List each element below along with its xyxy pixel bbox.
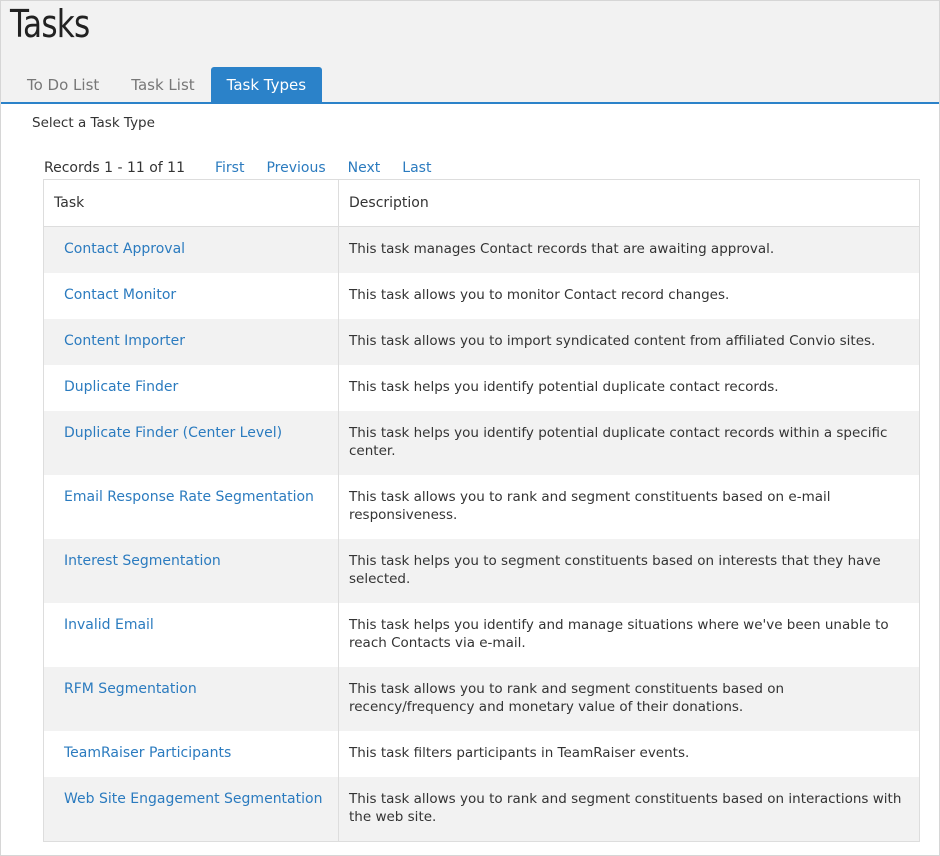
column-header-task: Task bbox=[43, 179, 339, 227]
description-cell: This task allows you to rank and segment… bbox=[338, 777, 920, 842]
description-cell: This task helps you identify and manage … bbox=[349, 617, 889, 651]
task-cell: Contact Monitor bbox=[43, 273, 339, 319]
next-page-link[interactable]: Next bbox=[348, 160, 381, 176]
description-cell: This task helps you to segment constitue… bbox=[338, 539, 920, 603]
tab-underline bbox=[1, 102, 939, 104]
description-cell: This task allows you to monitor Contact … bbox=[349, 287, 730, 303]
table-row: Contact Monitor This task allows you to … bbox=[43, 273, 920, 319]
task-types-table: Task Description Contact Approval This t… bbox=[43, 179, 920, 842]
table-row: Content Importer This task allows you to… bbox=[43, 319, 920, 365]
tab-task-list[interactable]: Task List bbox=[115, 67, 210, 102]
task-cell: Duplicate Finder (Center Level) bbox=[43, 411, 339, 475]
description-cell: This task filters participants in TeamRa… bbox=[349, 745, 690, 761]
task-link[interactable]: Content Importer bbox=[64, 333, 185, 349]
column-header-description: Description bbox=[338, 179, 920, 227]
task-cell: Duplicate Finder bbox=[43, 365, 339, 411]
tab-to-do-list[interactable]: To Do List bbox=[11, 67, 115, 102]
table-row: Interest Segmentation This task helps yo… bbox=[43, 539, 920, 603]
table-row: TeamRaiser Participants This task filter… bbox=[43, 731, 920, 777]
section-subtitle: Select a Task Type bbox=[32, 115, 155, 131]
page-header: Tasks To Do List Task List Task Types bbox=[1, 1, 939, 102]
table-row: Email Response Rate Segmentation This ta… bbox=[43, 475, 920, 539]
description-cell: This task manages Contact records that a… bbox=[338, 226, 920, 273]
task-link[interactable]: Email Response Rate Segmentation bbox=[64, 489, 314, 505]
description-cell: This task helps you identify potential d… bbox=[338, 411, 920, 475]
pager: Records 1 - 11 of 11 First Previous Next… bbox=[44, 160, 453, 176]
description-cell: This task allows you to rank and segment… bbox=[349, 489, 831, 523]
task-cell: Web Site Engagement Segmentation bbox=[43, 777, 339, 842]
first-page-link[interactable]: First bbox=[215, 160, 244, 176]
task-cell: Content Importer bbox=[43, 319, 339, 365]
table-row: Duplicate Finder (Center Level) This tas… bbox=[43, 411, 920, 475]
previous-page-link[interactable]: Previous bbox=[266, 160, 325, 176]
tasks-window: Tasks To Do List Task List Task Types Se… bbox=[0, 0, 940, 856]
table-row: Duplicate Finder This task helps you ide… bbox=[43, 365, 920, 411]
task-link[interactable]: Contact Monitor bbox=[64, 287, 176, 303]
page-title: Tasks bbox=[10, 2, 90, 46]
description-cell: This task helps you identify potential d… bbox=[349, 379, 779, 395]
task-cell: Invalid Email bbox=[43, 603, 339, 667]
task-link[interactable]: TeamRaiser Participants bbox=[64, 745, 231, 761]
table-header-row: Task Description bbox=[43, 179, 920, 227]
task-link[interactable]: Duplicate Finder bbox=[64, 379, 178, 395]
description-cell: This task allows you to rank and segment… bbox=[338, 667, 920, 731]
table-row: Invalid Email This task helps you identi… bbox=[43, 603, 920, 667]
table-row: RFM Segmentation This task allows you to… bbox=[43, 667, 920, 731]
task-cell: TeamRaiser Participants bbox=[43, 731, 339, 777]
task-link[interactable]: Invalid Email bbox=[64, 617, 154, 633]
last-page-link[interactable]: Last bbox=[402, 160, 431, 176]
task-cell: Interest Segmentation bbox=[43, 539, 339, 603]
task-link[interactable]: Web Site Engagement Segmentation bbox=[64, 791, 322, 807]
task-cell: Contact Approval bbox=[43, 226, 339, 273]
table-row: Contact Approval This task manages Conta… bbox=[43, 226, 920, 273]
tab-task-types[interactable]: Task Types bbox=[210, 67, 323, 102]
records-count: Records 1 - 11 of 11 bbox=[44, 160, 185, 176]
task-link[interactable]: Contact Approval bbox=[64, 241, 185, 257]
description-cell: This task allows you to import syndicate… bbox=[338, 319, 920, 365]
task-link[interactable]: Interest Segmentation bbox=[64, 553, 221, 569]
table-row: Web Site Engagement Segmentation This ta… bbox=[43, 777, 920, 842]
task-link[interactable]: RFM Segmentation bbox=[64, 681, 197, 697]
task-cell: RFM Segmentation bbox=[43, 667, 339, 731]
tab-bar: To Do List Task List Task Types bbox=[11, 67, 323, 102]
task-cell: Email Response Rate Segmentation bbox=[43, 475, 339, 539]
task-link[interactable]: Duplicate Finder (Center Level) bbox=[64, 425, 282, 441]
